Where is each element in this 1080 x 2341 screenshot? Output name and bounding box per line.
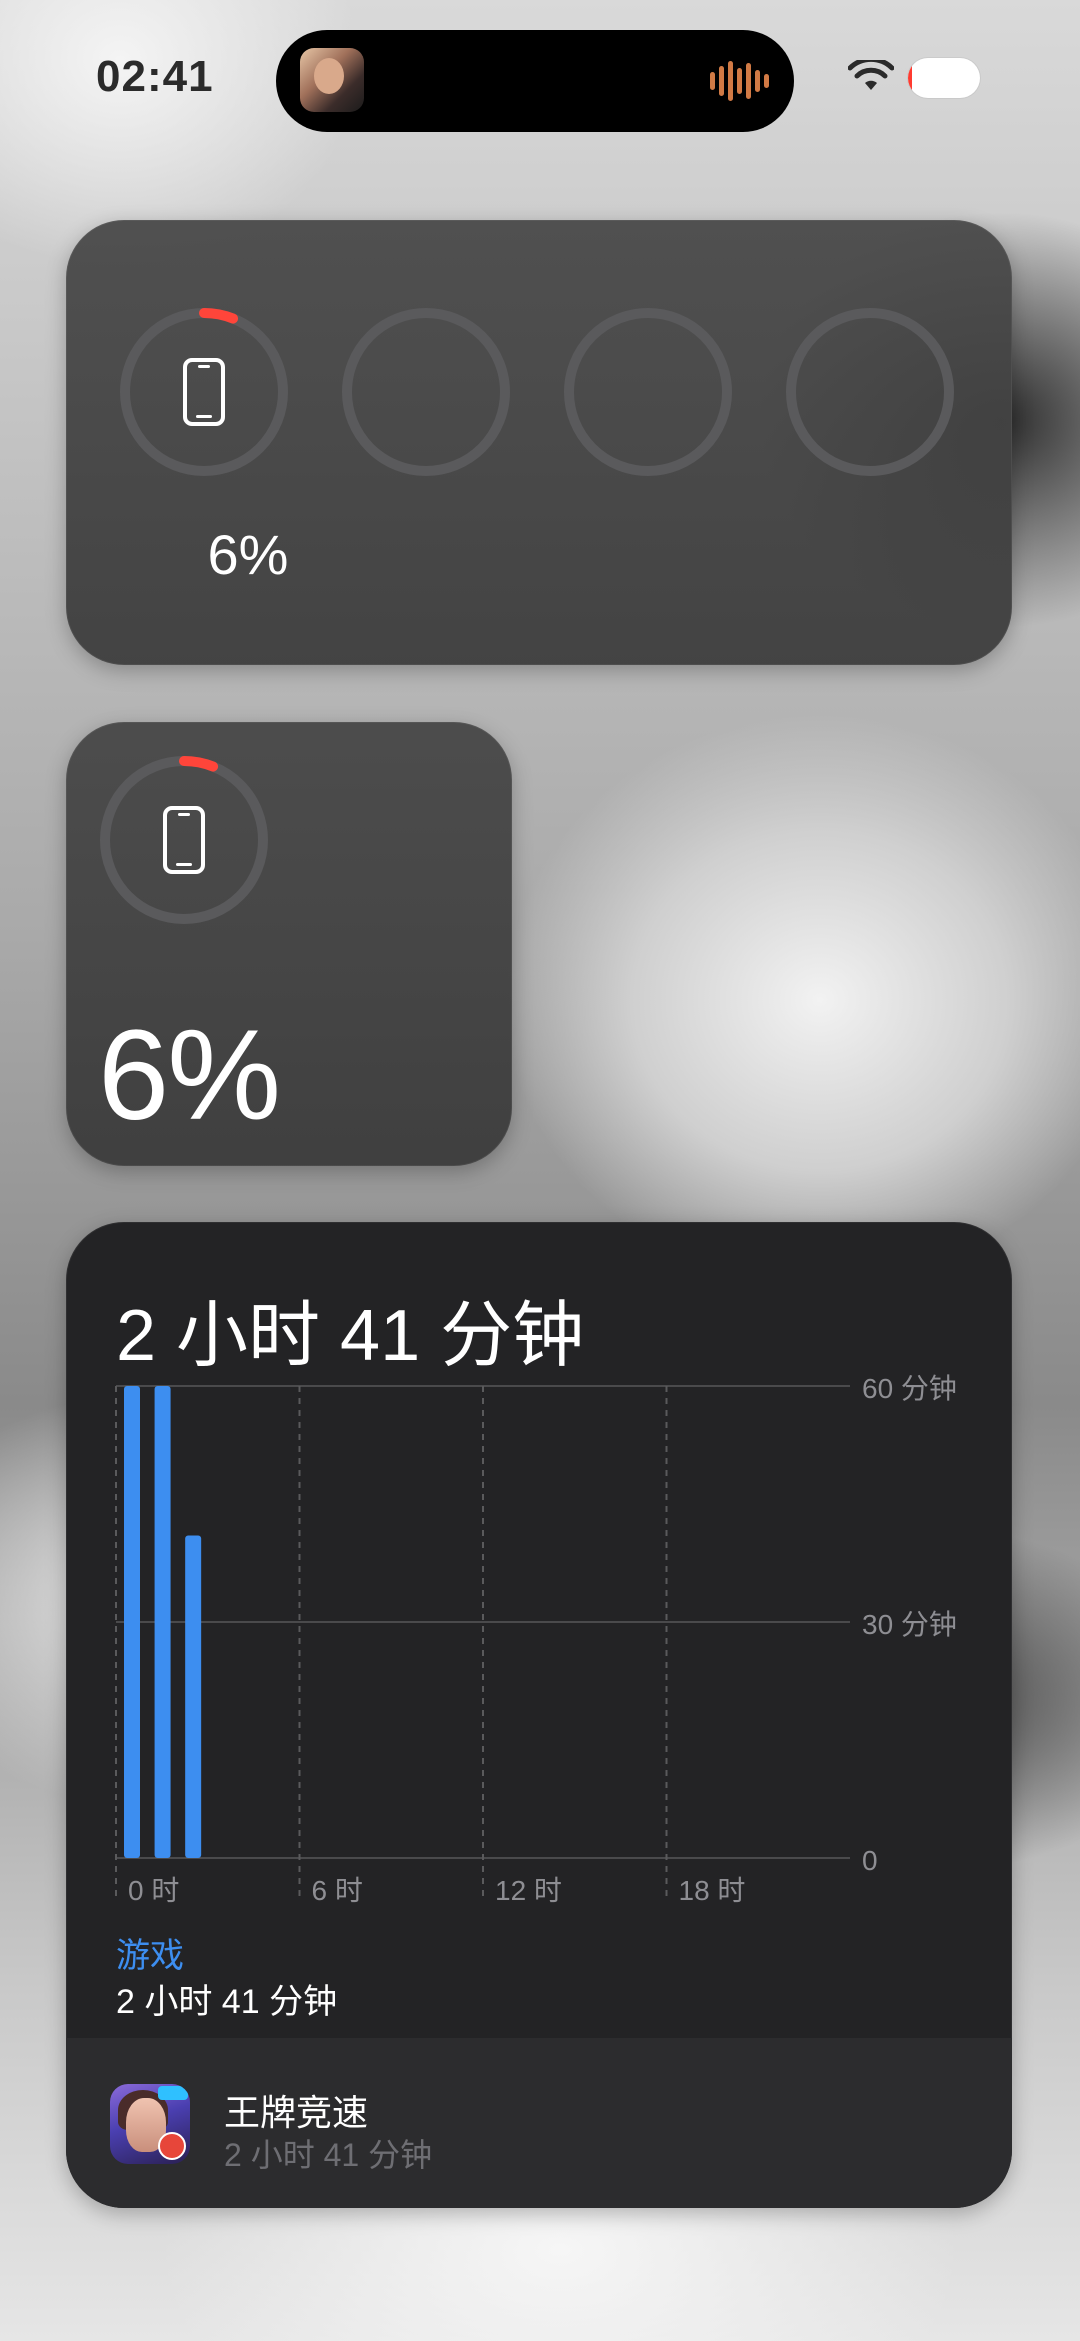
battery-ring-empty-1 <box>342 308 510 476</box>
app-usage-time: 2 小时 41 分钟 <box>224 2137 433 2173</box>
battery-ring-empty-2 <box>564 308 732 476</box>
app-name: 王牌竞速 <box>224 2092 369 2133</box>
screen-time-widget[interactable]: 2 小时 41 分钟 60 分钟 30 分钟 0 0 时6 时 12 时 18 时 游戏 … <box>66 1222 1012 2208</box>
category-label: 游戏 <box>116 1937 184 1975</box>
x-tick-label: 0 时 <box>128 1875 179 1906</box>
battery-ring-iphone <box>100 756 268 924</box>
battery-percent: 6 <box>936 64 952 95</box>
x-tick-label: 12 时 <box>495 1875 562 1906</box>
iphone-icon <box>163 806 205 874</box>
wifi-icon <box>848 60 894 90</box>
y-tick-label: 60 分钟 <box>862 1373 957 1404</box>
y-tick-label: 0 <box>862 1845 878 1876</box>
dynamic-island[interactable] <box>276 30 794 132</box>
battery-ring-empty-3 <box>786 308 954 476</box>
status-time: 02:41 <box>96 52 214 101</box>
battery-percent-label: 6% <box>207 523 289 586</box>
usage-bar <box>185 1535 202 1858</box>
now-playing-artwork[interactable] <box>300 48 364 112</box>
iphone-icon <box>183 358 225 426</box>
y-tick-label: 30 分钟 <box>862 1609 957 1640</box>
batteries-widget-small[interactable]: 6% <box>66 722 512 1166</box>
app-usage-row[interactable]: 王牌竞速 2 小时 41 分钟 <box>66 2038 1012 2208</box>
x-tick-label: 18 时 <box>679 1875 746 1906</box>
category-time: 2 小时 41 分钟 <box>116 1983 338 2021</box>
usage-bar <box>154 1386 171 1858</box>
x-tick-label: 6 时 <box>312 1875 363 1906</box>
usage-bar <box>124 1386 140 1858</box>
battery-indicator: 6 <box>908 58 980 98</box>
battery-ring-iphone <box>120 308 288 476</box>
music-waveform-icon <box>710 60 770 102</box>
app-icon <box>110 2084 190 2164</box>
usage-bar-chart: 60 分钟 30 分钟 0 0 时 6 时 12 时 18 时 <box>115 1373 957 1906</box>
battery-percent-large: 6% <box>98 1004 281 1147</box>
batteries-widget-wide[interactable]: 6% <box>66 220 1012 665</box>
